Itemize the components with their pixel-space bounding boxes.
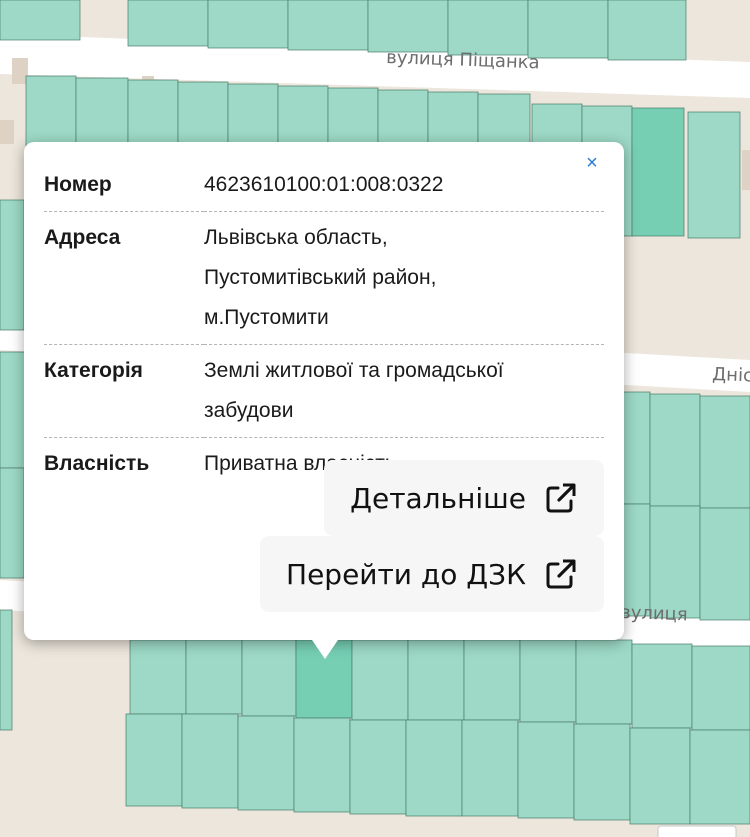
row-key: Категорія [44,359,143,382]
parcel-info-table: Номер 4623610100:01:008:0322 Адреса Льві… [44,165,604,490]
parcel-popup: × Номер 4623610100:01:008:0322 Адреса Ль… [24,142,624,640]
value-line: Землі житлової та громадської [204,359,504,382]
info-row-category: Категорія Землі житлової та громадської … [44,345,604,438]
parcels-left [0,351,27,579]
value-line: м.Пустомити [204,306,329,329]
dzk-button[interactable]: Перейти до ДЗК [260,536,604,612]
external-link-icon [546,559,576,589]
info-row-number: Номер 4623610100:01:008:0322 [44,165,604,212]
value-line: Львівська область, [204,226,388,249]
value-line: забудови [204,399,294,422]
dzk-button-label: Перейти до ДЗК [286,557,526,591]
row-key: Номер [44,173,112,196]
row-key: Власність [44,452,150,475]
popup-pointer [310,637,340,659]
info-row-address: Адреса Львівська область, Пустомитівськи… [44,212,604,345]
value-line: 4623610100:01:008:0322 [204,173,444,196]
row-key: Адреса [44,226,121,249]
details-button-label: Детальніше [350,481,526,515]
external-link-icon [546,483,576,513]
street-label: вулиця [620,602,688,625]
row-value: 4623610100:01:008:0322 [204,165,604,212]
details-button[interactable]: Детальніше [324,460,604,536]
street-label: Дніс [712,364,750,386]
map-control[interactable] [657,825,737,837]
value-line: Пустомитівський район, [204,266,437,289]
row-value: Львівська область, Пустомитівський район… [204,212,604,345]
row-value: Землі житлової та громадської забудови [204,345,604,438]
